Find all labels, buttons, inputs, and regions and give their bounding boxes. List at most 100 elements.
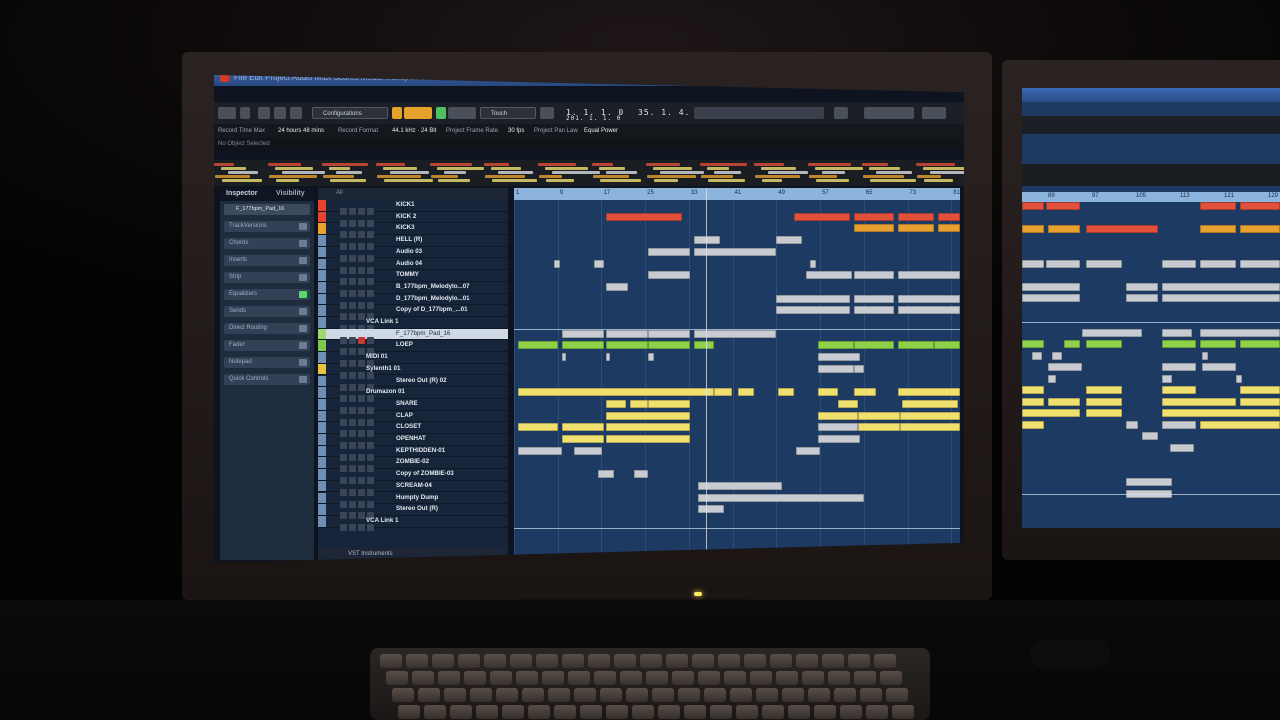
track-row[interactable]: Humpty Dump (318, 492, 508, 508)
track-event[interactable] (1200, 225, 1236, 233)
track-event[interactable] (606, 282, 628, 291)
track-event[interactable] (1240, 259, 1280, 268)
track-row[interactable]: HELL (R) (318, 235, 508, 251)
track-event[interactable] (1086, 225, 1158, 233)
project-arrange-area[interactable]: 1 9 17 25 33 41 49 57 65 73 81 (514, 188, 960, 560)
track-event[interactable] (1170, 443, 1194, 452)
inspector-section-quick-controls[interactable]: Quick Controls (224, 374, 310, 385)
track-event[interactable] (898, 294, 960, 303)
track-event[interactable] (598, 470, 614, 479)
track-event[interactable] (900, 423, 960, 432)
tab-inspector[interactable]: Inspector (226, 190, 258, 197)
track-row[interactable]: CLOSET (318, 422, 508, 438)
track-event[interactable] (1064, 340, 1080, 348)
track-event[interactable] (1162, 259, 1196, 268)
track-row[interactable]: Audio 03 (318, 246, 508, 262)
track-event[interactable] (1048, 225, 1080, 233)
track-event[interactable] (898, 341, 934, 350)
track-event[interactable] (1126, 478, 1172, 486)
track-event[interactable] (698, 493, 864, 502)
track-row[interactable]: Copy of ZOMBIE-03 (318, 469, 508, 485)
configurations-select[interactable]: Configurations (312, 107, 388, 119)
track-event[interactable] (938, 224, 960, 233)
track-event[interactable] (1086, 397, 1122, 406)
track-event[interactable] (562, 329, 604, 338)
overview-line[interactable] (214, 160, 964, 186)
track-event[interactable] (648, 329, 690, 338)
track-event[interactable] (818, 423, 858, 432)
tool-buttons[interactable] (694, 107, 824, 119)
track-event[interactable] (1162, 340, 1196, 348)
track-event[interactable] (694, 341, 714, 350)
track-event[interactable] (738, 388, 754, 397)
section-toggle-icon[interactable] (299, 359, 307, 366)
track-event[interactable] (1022, 397, 1044, 406)
tab-visibility[interactable]: Visibility (276, 190, 305, 197)
track-event[interactable] (1032, 351, 1042, 360)
frame-rate-value[interactable]: 30 fps (508, 128, 524, 134)
track-event[interactable] (818, 411, 858, 420)
track-event[interactable] (1022, 340, 1044, 348)
track-event[interactable] (562, 423, 604, 432)
track-event[interactable] (838, 399, 858, 408)
track-event[interactable] (1046, 259, 1080, 268)
track-row[interactable]: F_177bpm_Pad_16 (318, 328, 508, 344)
track-event[interactable] (648, 271, 690, 280)
track-event[interactable] (854, 212, 894, 221)
section-toggle-icon[interactable] (299, 325, 307, 332)
track-row[interactable]: Audio 04 (318, 258, 508, 274)
track-event[interactable] (898, 306, 960, 315)
track-event[interactable] (606, 212, 682, 221)
track-event[interactable] (1022, 259, 1044, 268)
right-ruler[interactable]: 89 97 105 113 121 129 (1022, 192, 1280, 202)
track-event[interactable] (938, 212, 960, 221)
track-event[interactable] (606, 435, 690, 443)
right-arrange-area[interactable] (1022, 202, 1280, 528)
record-time-value[interactable]: 24 hours 48 mins (278, 128, 324, 134)
track-event[interactable] (648, 341, 690, 350)
inspector-section-trackversions[interactable]: TrackVersions (224, 221, 310, 232)
track-row[interactable]: SNARE (318, 398, 508, 414)
track-row[interactable]: VCA Link 1 (318, 515, 508, 531)
track-event[interactable] (1200, 420, 1280, 429)
track-event[interactable] (1236, 374, 1242, 383)
track-event[interactable] (1086, 340, 1122, 348)
track-event[interactable] (574, 446, 602, 455)
track-event[interactable] (606, 341, 648, 350)
section-toggle-icon[interactable] (299, 257, 307, 264)
record-icon[interactable] (358, 523, 365, 531)
track-event[interactable] (1162, 386, 1196, 394)
track-event[interactable] (898, 224, 934, 233)
track-row[interactable]: VCA Link 1 (318, 317, 508, 332)
track-event[interactable] (794, 212, 850, 221)
track-event[interactable] (854, 224, 894, 233)
section-toggle-icon[interactable] (299, 308, 307, 315)
track-event[interactable] (1048, 363, 1082, 371)
track-event[interactable] (1052, 351, 1062, 360)
inspector-section-chords[interactable]: Chords (224, 238, 310, 249)
track-row[interactable]: LOEP (318, 340, 508, 356)
track-event[interactable] (698, 505, 724, 514)
track-row[interactable]: Stereo Out (R) 02 (318, 375, 508, 391)
track-event[interactable] (714, 388, 732, 397)
track-event[interactable] (606, 423, 690, 432)
track-filter[interactable]: All (336, 190, 343, 196)
track-event[interactable] (776, 294, 850, 303)
track-event[interactable] (1162, 363, 1196, 371)
track-event[interactable] (858, 411, 900, 420)
track-event[interactable] (1200, 259, 1236, 268)
track-event[interactable] (796, 446, 820, 455)
track-event[interactable] (518, 423, 558, 432)
track-event[interactable] (518, 341, 558, 350)
track-event[interactable] (562, 353, 566, 362)
track-row[interactable]: SCREAM-04 (318, 480, 508, 496)
monitor-icon[interactable] (367, 523, 374, 531)
track-event[interactable] (776, 236, 802, 245)
solo-icon[interactable] (349, 523, 356, 531)
track-row[interactable]: KEPTHIDDEN-01 (318, 445, 508, 461)
bar-select[interactable] (922, 107, 946, 119)
track-event[interactable] (1046, 202, 1080, 210)
track-event[interactable] (606, 353, 610, 362)
track-event[interactable] (898, 212, 934, 221)
track-event[interactable] (1240, 225, 1280, 233)
